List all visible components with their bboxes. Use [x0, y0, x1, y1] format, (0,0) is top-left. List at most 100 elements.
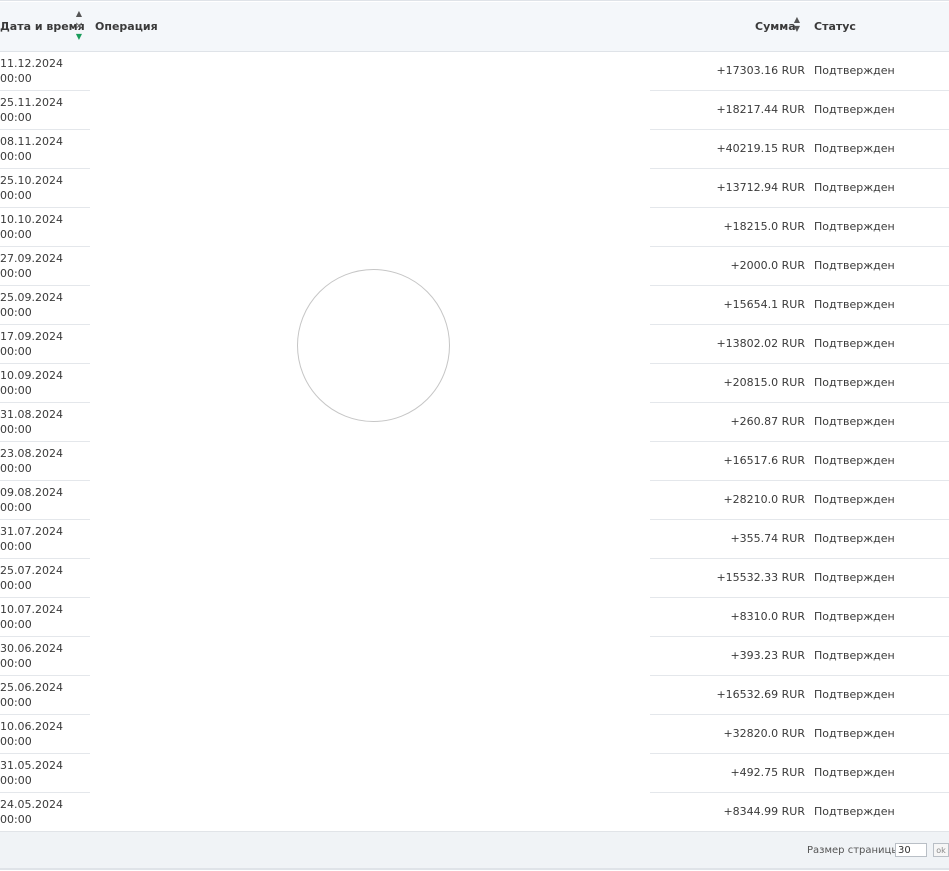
time-value: 00:00 — [0, 267, 32, 280]
time-value: 00:00 — [0, 501, 32, 514]
sum-cell: +8310.0 RUR — [730, 610, 805, 623]
date-value: 27.09.2024 — [0, 252, 63, 265]
sort-descending-icon[interactable]: ▼ — [74, 33, 84, 42]
status-cell: Подтвержден — [814, 766, 895, 779]
date-cell: 27.09.2024 00:00 — [0, 251, 63, 281]
date-cell: 25.07.2024 00:00 — [0, 563, 63, 593]
sum-cell: +40219.15 RUR — [716, 142, 805, 155]
status-cell: Подтвержден — [814, 610, 895, 623]
time-value: 00:00 — [0, 306, 32, 319]
time-value: 00:00 — [0, 189, 32, 202]
sum-cell: +260.87 RUR — [730, 415, 805, 428]
date-cell: 10.10.2024 00:00 — [0, 212, 63, 242]
date-value: 24.05.2024 — [0, 798, 63, 811]
status-cell: Подтвержден — [814, 142, 895, 155]
transactions-table: Дата и время ▲ × ▼ Операция Сумма ▲ ▼ Ст… — [0, 0, 949, 871]
status-cell: Подтвержден — [814, 493, 895, 506]
time-value: 00:00 — [0, 150, 32, 163]
sum-cell: +17303.16 RUR — [716, 64, 805, 77]
date-value: 25.09.2024 — [0, 291, 63, 304]
sum-cell: +18217.44 RUR — [716, 103, 805, 116]
date-value: 10.07.2024 — [0, 603, 63, 616]
date-value: 25.06.2024 — [0, 681, 63, 694]
sum-cell: +15654.1 RUR — [723, 298, 805, 311]
time-value: 00:00 — [0, 345, 32, 358]
date-cell: 30.06.2024 00:00 — [0, 641, 63, 671]
status-cell: Подтвержден — [814, 337, 895, 350]
status-cell: Подтвержден — [814, 103, 895, 116]
date-cell: 10.09.2024 00:00 — [0, 368, 63, 398]
status-cell: Подтвержден — [814, 805, 895, 818]
column-header-status[interactable]: Статус — [814, 2, 856, 51]
date-value: 10.10.2024 — [0, 213, 63, 226]
date-cell: 31.05.2024 00:00 — [0, 758, 63, 788]
table-header: Дата и время ▲ × ▼ Операция Сумма ▲ ▼ Ст… — [0, 2, 949, 52]
date-value: 31.05.2024 — [0, 759, 63, 772]
date-cell: 31.08.2024 00:00 — [0, 407, 63, 437]
time-value: 00:00 — [0, 540, 32, 553]
date-cell: 25.11.2024 00:00 — [0, 95, 63, 125]
status-cell: Подтвержден — [814, 454, 895, 467]
sum-cell: +2000.0 RUR — [730, 259, 805, 272]
column-header-date[interactable]: Дата и время — [0, 2, 85, 51]
date-sort-controls: ▲ × ▼ — [74, 10, 84, 46]
status-cell: Подтвержден — [814, 571, 895, 584]
status-cell: Подтвержден — [814, 415, 895, 428]
date-value: 25.10.2024 — [0, 174, 63, 187]
status-cell: Подтвержден — [814, 298, 895, 311]
sum-cell: +32820.0 RUR — [723, 727, 805, 740]
redacted-area — [90, 54, 650, 834]
sum-cell: +16532.69 RUR — [716, 688, 805, 701]
page-size-input[interactable]: 30 — [895, 843, 927, 857]
sum-cell: +13802.02 RUR — [716, 337, 805, 350]
status-cell: Подтвержден — [814, 688, 895, 701]
time-value: 00:00 — [0, 579, 32, 592]
time-value: 00:00 — [0, 423, 32, 436]
date-cell: 25.10.2024 00:00 — [0, 173, 63, 203]
sum-cell: +492.75 RUR — [730, 766, 805, 779]
time-value: 00:00 — [0, 228, 32, 241]
date-cell: 09.08.2024 00:00 — [0, 485, 63, 515]
status-cell: Подтвержден — [814, 727, 895, 740]
status-cell: Подтвержден — [814, 376, 895, 389]
date-value: 10.06.2024 — [0, 720, 63, 733]
time-value: 00:00 — [0, 813, 32, 826]
date-cell: 24.05.2024 00:00 — [0, 797, 63, 827]
clear-sort-icon[interactable]: × — [74, 19, 84, 33]
sum-cell: +16517.6 RUR — [723, 454, 805, 467]
time-value: 00:00 — [0, 72, 32, 85]
column-header-sum[interactable]: Сумма — [755, 2, 796, 51]
date-cell: 11.12.2024 00:00 — [0, 56, 63, 86]
date-value: 31.07.2024 — [0, 525, 63, 538]
date-value: 17.09.2024 — [0, 330, 63, 343]
sum-cell: +393.23 RUR — [730, 649, 805, 662]
sum-cell: +355.74 RUR — [730, 532, 805, 545]
column-header-operation[interactable]: Операция — [95, 2, 158, 51]
date-value: 08.11.2024 — [0, 135, 63, 148]
status-cell: Подтвержден — [814, 532, 895, 545]
date-value: 23.08.2024 — [0, 447, 63, 460]
status-cell: Подтвержден — [814, 220, 895, 233]
sort-ascending-icon[interactable]: ▲ — [74, 10, 84, 19]
time-value: 00:00 — [0, 696, 32, 709]
sum-cell: +8344.99 RUR — [723, 805, 805, 818]
status-cell: Подтвержден — [814, 649, 895, 662]
sum-cell: +13712.94 RUR — [716, 181, 805, 194]
time-value: 00:00 — [0, 462, 32, 475]
date-value: 09.08.2024 — [0, 486, 63, 499]
date-value: 25.11.2024 — [0, 96, 63, 109]
date-value: 31.08.2024 — [0, 408, 63, 421]
loading-spinner-icon — [297, 269, 450, 422]
page-size-apply-button[interactable]: ok — [933, 843, 949, 857]
sum-cell: +15532.33 RUR — [716, 571, 805, 584]
table-footer: Размер страницы 30 ok — [0, 831, 949, 870]
date-cell: 23.08.2024 00:00 — [0, 446, 63, 476]
status-cell: Подтвержден — [814, 259, 895, 272]
time-value: 00:00 — [0, 384, 32, 397]
date-cell: 10.07.2024 00:00 — [0, 602, 63, 632]
date-cell: 10.06.2024 00:00 — [0, 719, 63, 749]
sort-descending-icon[interactable]: ▼ — [792, 25, 802, 34]
time-value: 00:00 — [0, 774, 32, 787]
date-cell: 31.07.2024 00:00 — [0, 524, 63, 554]
date-cell: 25.09.2024 00:00 — [0, 290, 63, 320]
